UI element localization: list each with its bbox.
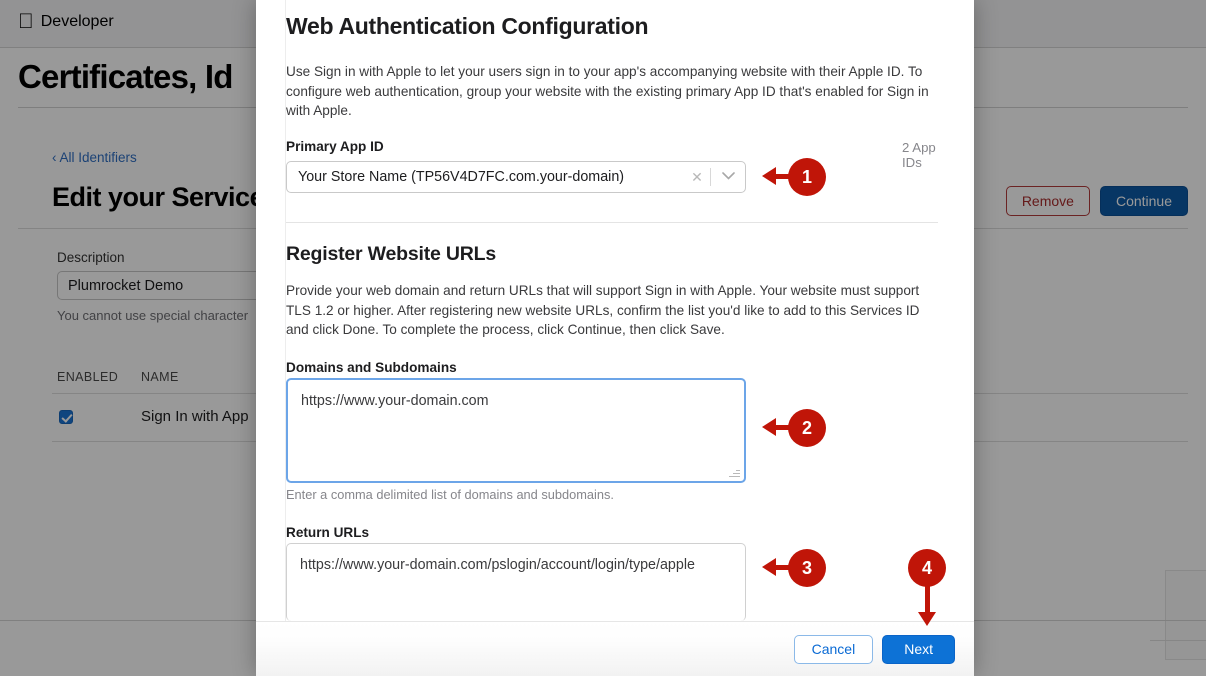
screenshot-root:  Developer Certificates, Id ‹ All Ident… (0, 0, 1206, 676)
return-urls-label: Return URLs (286, 525, 370, 540)
domains-label: Domains and Subdomains (286, 360, 457, 375)
dialog-footer-buttons: Cancel Next (793, 635, 955, 664)
brand-label: Developer (25, 11, 114, 30)
row-enabled-checkbox[interactable] (59, 410, 73, 424)
breadcrumb[interactable]: ‹ All Identifiers (52, 150, 137, 165)
return-urls-textarea[interactable] (286, 543, 746, 621)
background-line-placeholder (1150, 640, 1206, 641)
dialog-footer: Cancel Next (256, 621, 974, 676)
clear-icon[interactable]: ✕ (684, 169, 710, 186)
dialog-body: Web Authentication Configuration Use Sig… (256, 0, 974, 621)
continue-button[interactable]: Continue (1099, 186, 1188, 216)
primary-app-id-count: 2 App IDs (902, 140, 936, 170)
description-label: Description (57, 250, 125, 265)
description-helper-text: You cannot use special character (57, 308, 249, 323)
chevron-down-icon[interactable] (711, 171, 745, 183)
developer-logo[interactable]:  Developer (18, 11, 114, 32)
primary-app-id-select[interactable]: Your Store Name (TP56V4D7FC.com.your-dom… (286, 161, 746, 193)
domains-hint: Enter a comma delimited list of domains … (286, 487, 614, 502)
dialog-description: Use Sign in with Apple to let your users… (286, 64, 929, 118)
background-panel-placeholder (1165, 570, 1206, 660)
register-urls-description: Provide your web domain and return URLs … (286, 283, 920, 337)
register-urls-heading: Register Website URLs (286, 243, 496, 265)
page-actions: Remove Continue (1005, 186, 1188, 216)
web-authentication-configuration-dialog: Web Authentication Configuration Use Sig… (256, 0, 974, 676)
dialog-title: Web Authentication Configuration (286, 13, 649, 39)
primary-app-id-value: Your Store Name (TP56V4D7FC.com.your-dom… (298, 169, 625, 185)
table-row: Sign In with App (141, 408, 249, 425)
page-title: Certificates, Id (18, 58, 233, 95)
cancel-button[interactable]: Cancel (793, 635, 874, 664)
dialog-section-divider (286, 222, 938, 223)
domains-textarea[interactable] (286, 378, 746, 483)
apple-icon:  (18, 11, 34, 32)
column-header-name: NAME (141, 370, 179, 384)
next-button[interactable]: Next (882, 635, 955, 664)
primary-app-id-label: Primary App ID (286, 139, 384, 154)
column-header-enabled: ENABLED (57, 370, 119, 384)
section-title: Edit your Services (52, 182, 279, 212)
remove-button[interactable]: Remove (1005, 186, 1090, 216)
